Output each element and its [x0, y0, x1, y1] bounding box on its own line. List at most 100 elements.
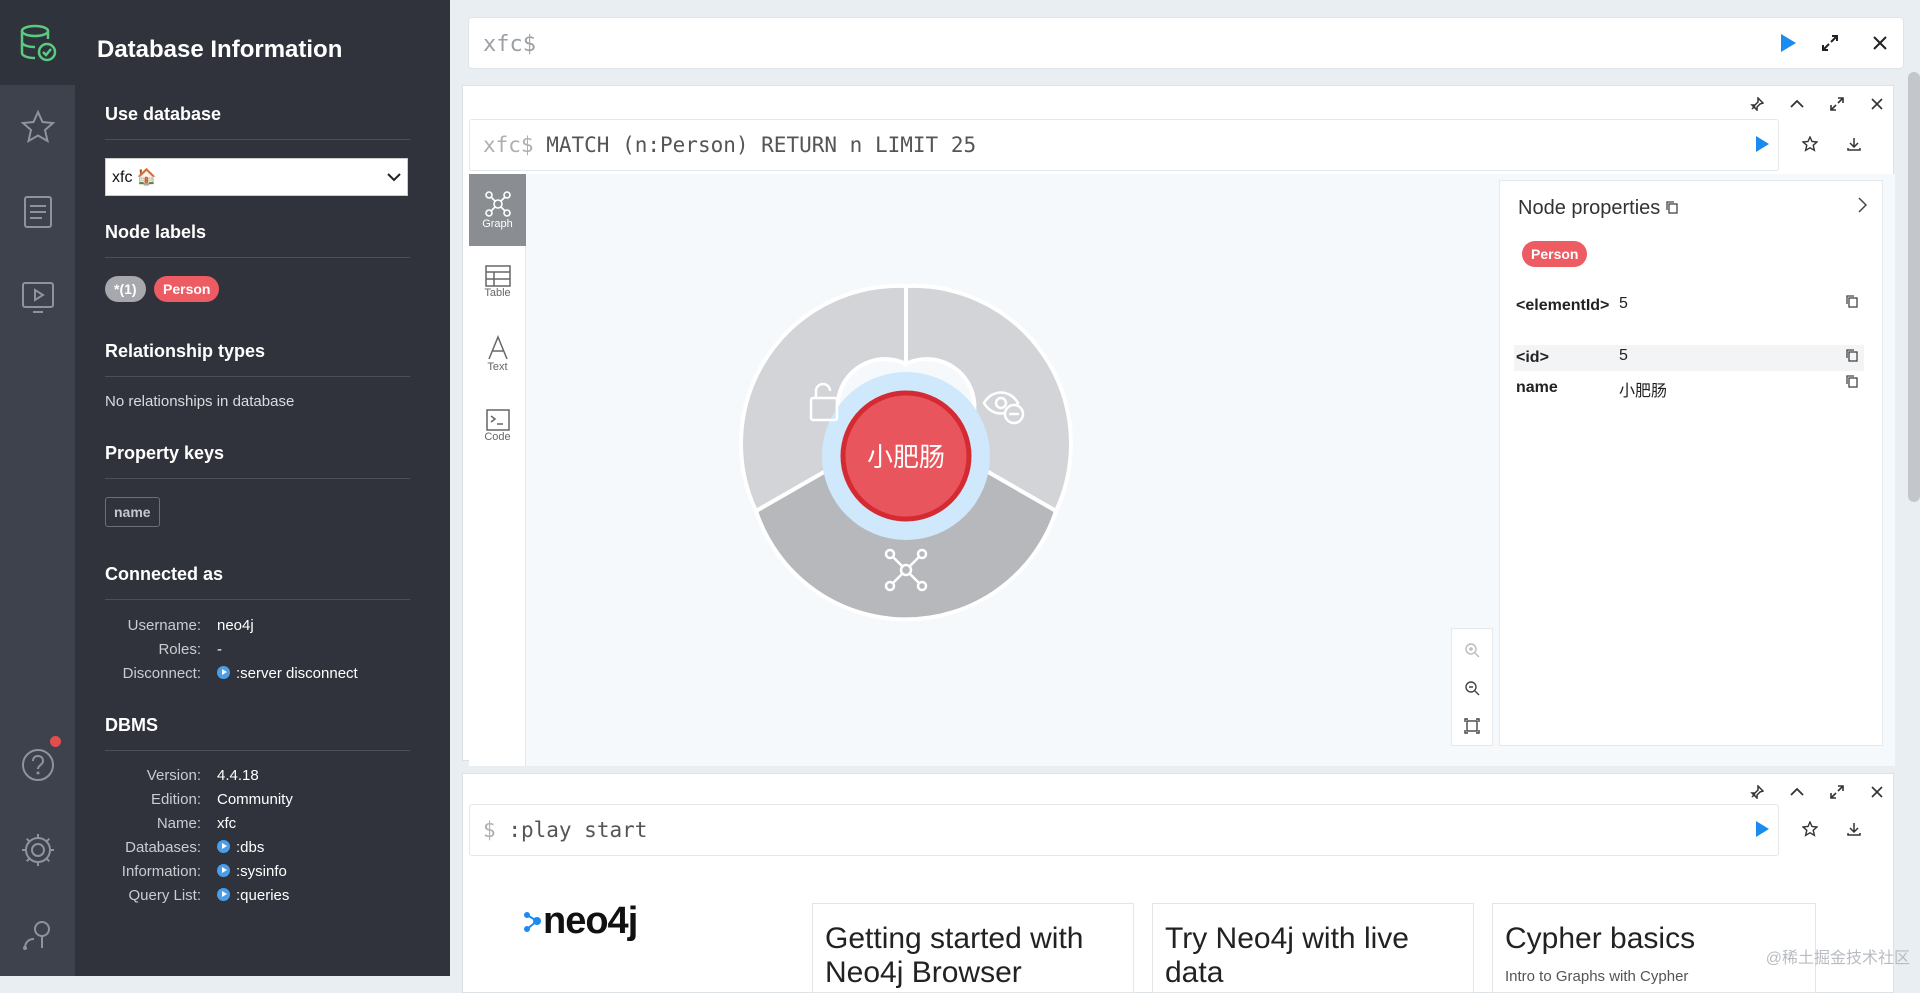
play-circle-icon: [217, 840, 230, 853]
expand-icon[interactable]: [1825, 94, 1849, 114]
rerun-play-icon[interactable]: [1749, 816, 1775, 842]
property-row: <id> 5: [1514, 345, 1864, 371]
property-row: <elementId> 5: [1516, 295, 1860, 341]
edition-label: Edition:: [150, 791, 201, 808]
rerun-play-icon[interactable]: [1749, 131, 1775, 157]
download-icon[interactable]: [1841, 816, 1867, 842]
editor-prompt: xfc$: [483, 32, 536, 57]
documents-icon[interactable]: [0, 177, 75, 247]
use-database-section: Use database xfc 🏠: [105, 104, 410, 196]
view-tabs: Graph Table Text Code: [469, 174, 526, 766]
database-select[interactable]: xfc 🏠: [105, 158, 408, 196]
play-circle-icon: [217, 864, 230, 877]
collapse-chevron-up-icon[interactable]: [1785, 94, 1809, 114]
card-title: Getting started with Neo4j Browser: [825, 922, 1084, 989]
favorite-star-icon[interactable]: [1797, 131, 1823, 157]
node-labels-section: Node labels *(1) Person: [105, 222, 410, 302]
text-icon: [487, 335, 508, 360]
fit-to-screen-icon[interactable]: [1452, 709, 1492, 743]
expand-icon[interactable]: [1825, 782, 1849, 802]
collapse-panel-chevron-icon[interactable]: [1852, 193, 1872, 217]
result-frame-graph: xfc$ MATCH (n:Person) RETURN n LIMIT 25 …: [462, 85, 1895, 766]
close-icon[interactable]: [1867, 30, 1893, 56]
information-label: Information:: [121, 863, 201, 880]
guide-card-live-data[interactable]: Try Neo4j with live data: [1152, 903, 1474, 993]
chevron-down-icon: [387, 173, 401, 182]
table-icon: [484, 265, 511, 287]
close-frame-icon[interactable]: [1865, 782, 1889, 802]
zoom-in-icon[interactable]: [1452, 633, 1492, 667]
tab-table-label: Table: [484, 287, 511, 299]
neo4j-logo: neo4j: [523, 900, 638, 943]
property-value: 5: [1619, 295, 1628, 312]
tab-graph[interactable]: Graph: [469, 174, 526, 246]
node-properties-title: Node properties: [1518, 197, 1678, 220]
fullscreen-icon[interactable]: [1817, 30, 1843, 56]
about-neo4j-icon[interactable]: [0, 900, 75, 970]
copy-icon[interactable]: [1846, 295, 1858, 308]
databases-label: Databases:: [125, 839, 201, 856]
copy-icon[interactable]: [1846, 349, 1858, 362]
dbms-heading: DBMS: [105, 715, 410, 751]
card-subtitle: Intro to Graphs with Cypher: [1505, 968, 1689, 985]
settings-gear-icon[interactable]: [0, 815, 75, 885]
property-value: 5: [1619, 347, 1628, 364]
tab-table[interactable]: Table: [469, 246, 526, 318]
node-radial-menu: 小肥肠: [739, 283, 1073, 622]
relationship-types-section: Relationship types No relationships in d…: [105, 341, 410, 410]
property-key: <elementId>: [1516, 297, 1610, 314]
node-properties-panel: Node properties Person <elementId> 5 <id…: [1499, 180, 1883, 746]
relationship-types-heading: Relationship types: [105, 341, 410, 377]
zoom-out-icon[interactable]: [1452, 671, 1492, 705]
pin-icon[interactable]: [1745, 782, 1769, 802]
server-disconnect-link[interactable]: :server disconnect: [217, 662, 358, 686]
main-stream: xfc$ xfc$ MATCH (n:Person) RETURN n LIMI…: [450, 0, 1920, 993]
dbs-link[interactable]: :dbs: [217, 836, 264, 860]
favorite-star-icon[interactable]: [1797, 816, 1823, 842]
property-key-name[interactable]: name: [105, 497, 160, 527]
queries-text: :queries: [236, 887, 290, 904]
querylist-label: Query List:: [128, 887, 201, 904]
username-value: neo4j: [217, 617, 254, 634]
node-caption: 小肥肠: [867, 443, 945, 473]
frame-query-editor[interactable]: $ :play start: [469, 804, 1779, 856]
name-value: xfc: [217, 815, 237, 832]
tab-code[interactable]: Code: [469, 390, 526, 462]
tab-text[interactable]: Text: [469, 318, 526, 390]
guide-card-getting-started[interactable]: Getting started with Neo4j Browser: [812, 903, 1134, 993]
property-row: name 小肥肠: [1516, 375, 1860, 401]
help-icon[interactable]: [0, 730, 75, 800]
pin-icon[interactable]: [1745, 94, 1769, 114]
play-circle-icon: [217, 666, 230, 679]
guides-play-icon[interactable]: [0, 262, 75, 332]
queries-link[interactable]: :queries: [217, 884, 289, 908]
copy-icon[interactable]: [1666, 201, 1678, 214]
label-all-pill[interactable]: *(1): [105, 276, 146, 302]
main-editor[interactable]: xfc$: [468, 17, 1904, 69]
close-frame-icon[interactable]: [1865, 94, 1889, 114]
drawer-title: Database Information: [97, 36, 343, 63]
neo4j-logo-text: neo4j: [543, 900, 638, 942]
version-label: Version:: [146, 767, 201, 784]
graph-icon: [484, 191, 511, 217]
frame-query-editor[interactable]: xfc$ MATCH (n:Person) RETURN n LIMIT 25: [469, 119, 1779, 171]
query-text: :play start: [508, 818, 648, 842]
collapse-chevron-up-icon[interactable]: [1785, 782, 1809, 802]
copy-icon[interactable]: [1846, 375, 1858, 388]
run-play-icon[interactable]: [1775, 30, 1801, 56]
favorites-star-icon[interactable]: [0, 92, 75, 162]
label-person-pill[interactable]: Person: [154, 276, 220, 302]
property-value: 小肥肠: [1619, 383, 1668, 400]
server-disconnect-text: :server disconnect: [236, 665, 358, 682]
download-icon[interactable]: [1841, 131, 1867, 157]
username-label: Username:: [127, 617, 201, 634]
notification-dot: [50, 736, 61, 747]
connected-as-section: Connected as Username: neo4j Roles: - Disc…: [105, 564, 410, 686]
node-labels-heading: Node labels: [105, 222, 410, 258]
node-label-pill[interactable]: Person: [1522, 241, 1588, 267]
sysinfo-link[interactable]: :sysinfo: [217, 860, 287, 884]
database-icon[interactable]: [0, 0, 75, 85]
dbs-text: :dbs: [236, 839, 265, 856]
query-prompt: xfc$: [483, 133, 534, 157]
stream-scrollbar[interactable]: [1908, 72, 1920, 502]
